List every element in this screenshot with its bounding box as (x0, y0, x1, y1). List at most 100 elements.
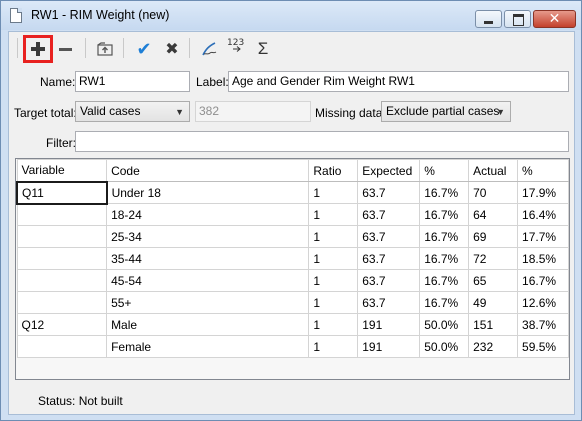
weights-grid[interactable]: Variable Code Ratio Expected % Actual % … (15, 158, 570, 380)
table-cell-variable[interactable] (16, 203, 108, 226)
table-cell-code[interactable]: Under 18 (106, 181, 310, 204)
column-header[interactable]: Ratio (308, 159, 359, 182)
table-cell-expected[interactable]: 191 (357, 313, 421, 336)
table-cell-act-pct[interactable]: 16.7% (517, 269, 569, 292)
column-header[interactable]: Variable (16, 159, 108, 182)
table-cell-act-pct[interactable]: 18.5% (517, 247, 569, 270)
table-cell-exp-pct[interactable]: 16.7% (419, 181, 470, 204)
cancel-x-icon: ✖ (165, 41, 179, 58)
filter-input[interactable] (75, 131, 569, 152)
table-cell-ratio[interactable]: 1 (308, 335, 359, 358)
table-cell-act-pct[interactable]: 38.7% (517, 313, 569, 336)
table-cell-variable[interactable] (16, 291, 108, 314)
table-cell-act-pct[interactable]: 12.6% (517, 291, 569, 314)
table-cell-exp-pct[interactable]: 50.0% (419, 313, 470, 336)
table-cell-act-pct[interactable]: 17.9% (517, 181, 569, 204)
column-header[interactable]: Code (106, 159, 310, 182)
table-row[interactable]: Q12 Male 1 191 50.0% 151 38.7% (16, 313, 569, 336)
table-cell-expected[interactable]: 63.7 (357, 269, 421, 292)
target-total-select[interactable]: Valid cases ▼ (75, 101, 190, 122)
table-cell-code[interactable]: 55+ (106, 291, 310, 314)
table-cell-code[interactable]: 45-54 (106, 269, 310, 292)
sum-button[interactable]: Σ (249, 35, 277, 63)
table-cell-exp-pct[interactable]: 16.7% (419, 291, 470, 314)
table-cell-expected[interactable]: 63.7 (357, 291, 421, 314)
table-cell-code[interactable]: 18-24 (106, 203, 310, 226)
table-cell-expected[interactable]: 63.7 (357, 203, 421, 226)
table-cell-exp-pct[interactable]: 16.7% (419, 203, 470, 226)
target-total-value: Valid cases (80, 104, 141, 118)
rim-weight-window: RW1 - RIM Weight (new) ✕ ✔ ✖ 123 Σ Name:… (0, 0, 582, 421)
table-row[interactable]: Q11 Under 18 1 63.7 16.7% 70 17.9% (16, 180, 569, 205)
numbering-button[interactable]: 123 (222, 33, 250, 61)
table-cell-code[interactable]: Female (106, 335, 310, 358)
table-cell-exp-pct[interactable]: 16.7% (419, 247, 470, 270)
table-cell-ratio[interactable]: 1 (308, 181, 359, 204)
table-cell-exp-pct[interactable]: 50.0% (419, 335, 470, 358)
close-button[interactable]: ✕ (533, 10, 576, 28)
table-cell-actual[interactable]: 65 (468, 269, 519, 292)
table-cell-ratio[interactable]: 1 (308, 269, 359, 292)
apply-button[interactable]: ✔ (130, 35, 158, 63)
move-up-button[interactable] (91, 35, 119, 63)
table-cell-act-pct[interactable]: 59.5% (517, 335, 569, 358)
table-cell-actual[interactable]: 151 (468, 313, 519, 336)
table-row[interactable]: 55+ 1 63.7 16.7% 49 12.6% (16, 291, 569, 314)
add-icon (31, 42, 45, 56)
minimize-button[interactable] (475, 10, 502, 28)
table-cell-code[interactable]: Male (106, 313, 310, 336)
table-cell-variable[interactable] (16, 335, 108, 358)
column-header[interactable]: % (419, 159, 470, 182)
table-cell-actual[interactable]: 49 (468, 291, 519, 314)
dialog-body: ✔ ✖ 123 Σ Name: RW1 Label: Age and Gende… (8, 31, 575, 415)
table-cell-variable[interactable] (16, 225, 108, 248)
status-text: Status: Not built (38, 394, 123, 408)
table-row[interactable]: 45-54 1 63.7 16.7% 65 16.7% (16, 269, 569, 292)
edit-button[interactable] (196, 35, 224, 63)
table-cell-actual[interactable]: 69 (468, 225, 519, 248)
table-cell-variable[interactable]: Q12 (16, 313, 108, 336)
title-bar[interactable]: RW1 - RIM Weight (new) ✕ (1, 1, 581, 30)
maximize-button[interactable] (504, 10, 531, 28)
table-cell-exp-pct[interactable]: 16.7% (419, 225, 470, 248)
column-header[interactable]: % (517, 159, 569, 182)
table-cell-expected[interactable]: 63.7 (357, 181, 421, 204)
table-cell-expected[interactable]: 191 (357, 335, 421, 358)
table-cell-ratio[interactable]: 1 (308, 313, 359, 336)
cancel-button[interactable]: ✖ (158, 35, 186, 63)
target-count-input: 382 (195, 101, 311, 122)
table-cell-act-pct[interactable]: 16.4% (517, 203, 569, 226)
table-cell-ratio[interactable]: 1 (308, 291, 359, 314)
sum-icon: Σ (257, 39, 269, 58)
table-cell-ratio[interactable]: 1 (308, 247, 359, 270)
name-input[interactable]: RW1 (75, 71, 190, 92)
column-header[interactable]: Actual (468, 159, 519, 182)
table-cell-variable[interactable] (16, 269, 108, 292)
table-row[interactable]: 18-24 1 63.7 16.7% 64 16.4% (16, 203, 569, 226)
table-cell-actual[interactable]: 70 (468, 181, 519, 204)
table-cell-ratio[interactable]: 1 (308, 225, 359, 248)
table-row[interactable]: 35-44 1 63.7 16.7% 72 18.5% (16, 247, 569, 270)
table-cell-expected[interactable]: 63.7 (357, 225, 421, 248)
table-cell-code[interactable]: 35-44 (106, 247, 310, 270)
table-cell-actual[interactable]: 232 (468, 335, 519, 358)
label-input[interactable]: Age and Gender Rim Weight RW1 (228, 71, 569, 92)
table-cell-code[interactable]: 25-34 (106, 225, 310, 248)
table-row[interactable]: 25-34 1 63.7 16.7% 69 17.7% (16, 225, 569, 248)
table-cell-actual[interactable]: 72 (468, 247, 519, 270)
table-cell-expected[interactable]: 63.7 (357, 247, 421, 270)
table-cell-variable[interactable] (16, 247, 108, 270)
table-cell-actual[interactable]: 64 (468, 203, 519, 226)
add-button[interactable] (23, 35, 53, 63)
close-icon: ✕ (548, 10, 561, 26)
svg-text:123: 123 (227, 38, 244, 48)
table-cell-ratio[interactable]: 1 (308, 203, 359, 226)
table-cell-act-pct[interactable]: 17.7% (517, 225, 569, 248)
table-cell-exp-pct[interactable]: 16.7% (419, 269, 470, 292)
missing-data-select[interactable]: Exclude partial cases ▼ (381, 101, 511, 122)
table-row[interactable]: Female 1 191 50.0% 232 59.5% (16, 335, 569, 358)
remove-button[interactable] (51, 35, 79, 63)
table-cell-variable[interactable]: Q11 (16, 180, 108, 205)
remove-icon (58, 47, 72, 51)
column-header[interactable]: Expected (357, 159, 421, 182)
